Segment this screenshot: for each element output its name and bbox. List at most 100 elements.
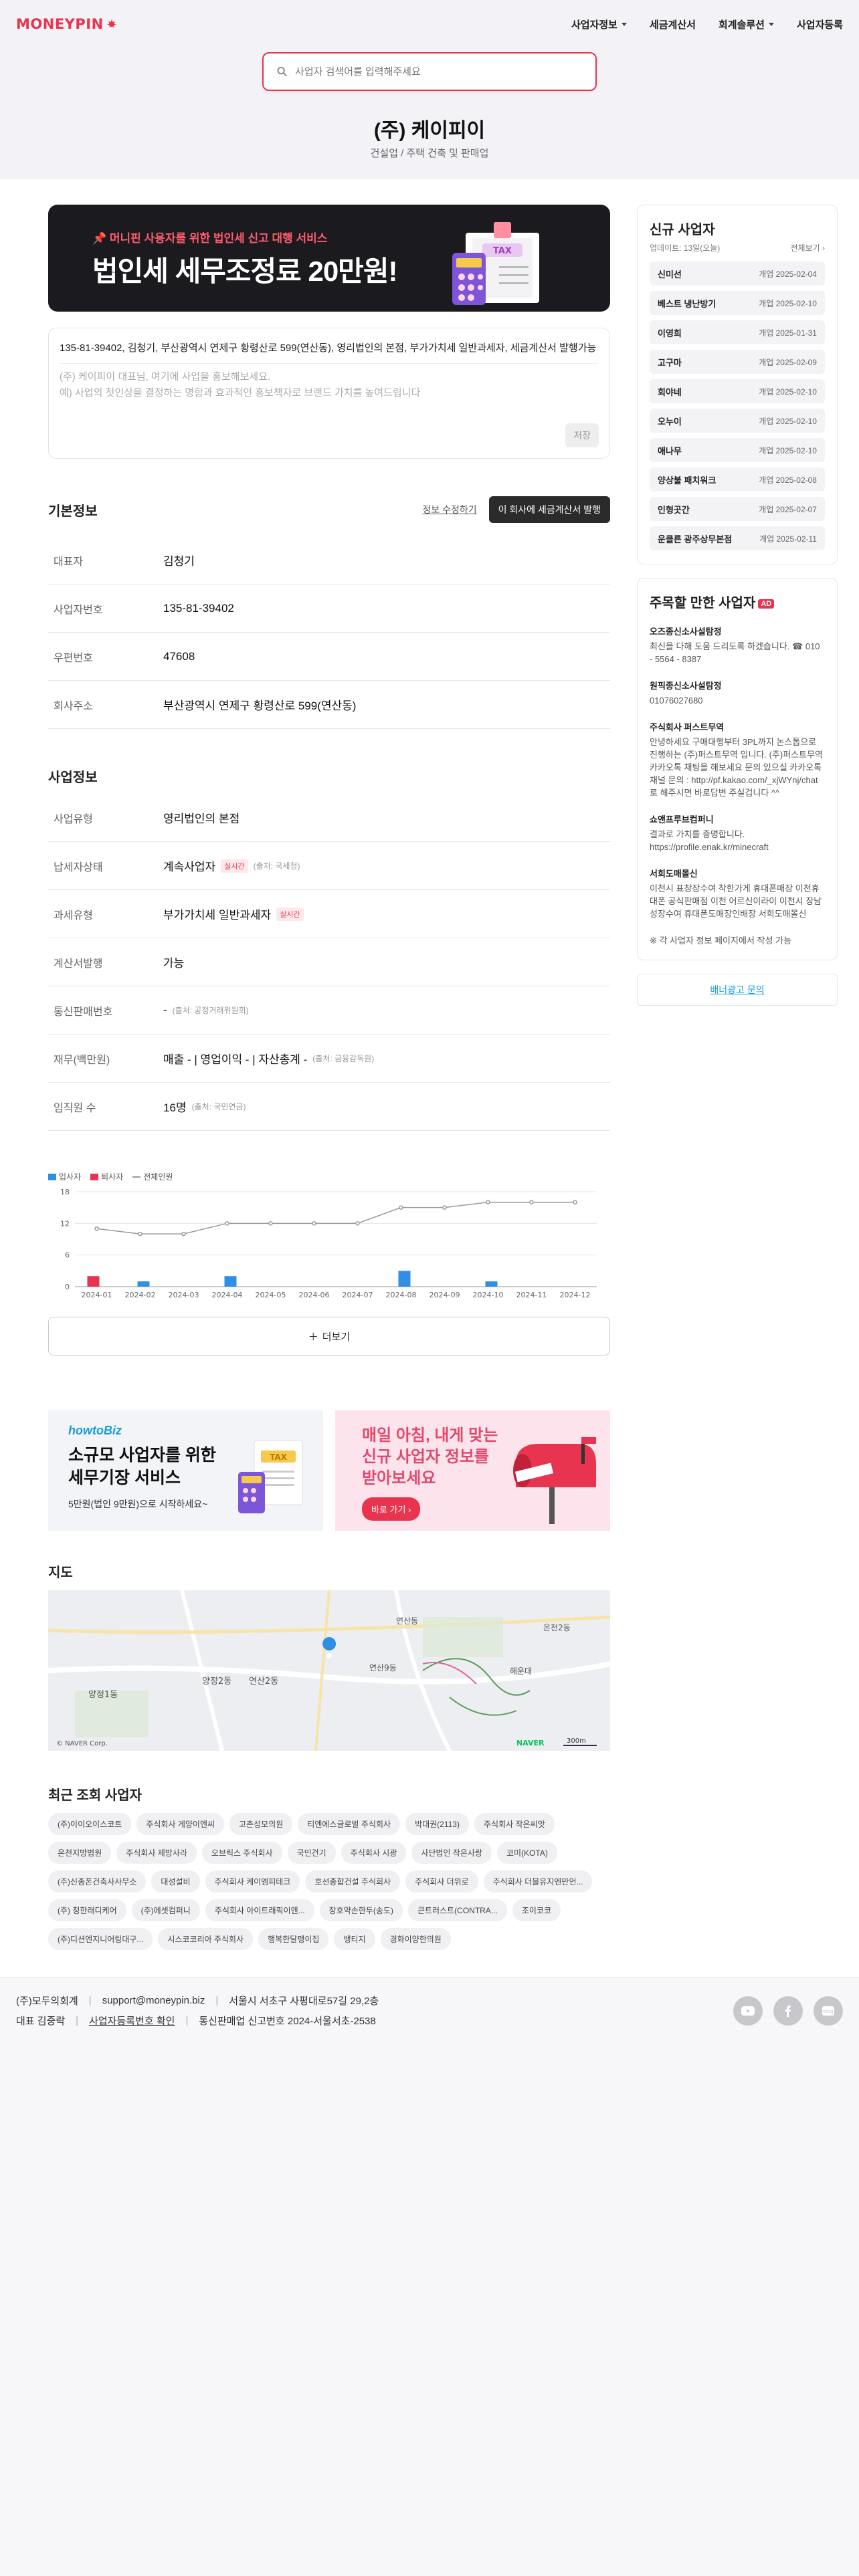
new-business-item[interactable]: 오누이 개업 2025-02-10 [650, 409, 825, 433]
x-tick-label: 2024-11 [516, 1291, 547, 1299]
facebook-icon[interactable] [773, 1996, 803, 2026]
notable-item[interactable]: 주식회사 퍼스트무역 안녕하세요 구매대행부터 3PL까지 논스톱으로 진행하는 … [650, 720, 825, 799]
nav-item-accounting[interactable]: 회계솔루션 [719, 17, 774, 31]
bookkeeping-promo[interactable]: howtoBiz 소규모 사업자를 위한 세무기장 서비스 5만원(법인 9만원)… [48, 1410, 323, 1531]
recent-business-chip[interactable]: (주)디션엔지니어링대구... [48, 1928, 153, 1950]
legend-swatch-red [90, 1173, 99, 1180]
blog-icon[interactable]: blog [814, 1996, 843, 2026]
edit-info-link[interactable]: 정보 수정하기 [422, 503, 476, 516]
recent-business-chip[interactable]: 주식회사 게양이엔씨 [136, 1813, 225, 1835]
new-business-item[interactable]: 회야네 개업 2025-02-10 [650, 379, 825, 403]
nav-item-registration[interactable]: 사업자등록 [797, 17, 843, 31]
recent-business-chip[interactable]: 국민건기 [287, 1842, 336, 1864]
total-point [486, 1200, 490, 1205]
recent-business-chip[interactable]: 장호약손한두(송도) [319, 1899, 403, 1921]
info-row: 대표자 김청기 [48, 536, 610, 584]
recent-business-chip[interactable]: 뱅티지 [334, 1928, 375, 1950]
more-button[interactable]: ＋ 더보기 [48, 1317, 610, 1356]
view-all-link[interactable]: 전체보기 › [790, 242, 825, 253]
recent-business-chip[interactable]: 대성설비 [151, 1870, 200, 1893]
recent-business-chip[interactable]: 주식회사 아이트래픽이엔... [205, 1899, 314, 1921]
recent-business-chip[interactable]: 행복한달팽이집 [258, 1928, 329, 1950]
recent-business-chip[interactable]: 주식회사 작은씨앗 [474, 1813, 555, 1835]
recent-business-chip[interactable]: 조이코코 [512, 1899, 561, 1921]
source-link[interactable]: (출처: 금융감독원) [312, 1053, 374, 1064]
search-input[interactable] [295, 66, 582, 78]
total-point [399, 1205, 403, 1210]
description-text: 135-81-39402, 김청기, 부산광역시 연제구 황령산로 599(연산… [60, 342, 597, 354]
recent-business-chip[interactable]: (주)에셋컴퍼니 [131, 1899, 200, 1921]
banner-title: 법인세 세무조정료 20만원! [92, 255, 397, 287]
x-tick-label: 2024-08 [386, 1291, 417, 1299]
hire-bar [398, 1271, 411, 1287]
recent-business-chip[interactable]: 큰트러스트(CONTRA... [407, 1899, 507, 1921]
notable-item[interactable]: 오즈종신소사설탐정 최신을 다해 도움 드리도록 하겠습니다. ☎ 010 - 5… [650, 625, 825, 665]
recent-business-chip[interactable]: 주식회사 더블유지엔만언... [483, 1870, 593, 1893]
banner-ad-inquiry-link[interactable]: 배너광고 문의 [637, 974, 838, 1006]
recent-business-chip[interactable]: 시스코코리아 주식회사 [158, 1928, 254, 1950]
footer-ceo: 대표 김중락 [16, 2016, 66, 2027]
tax-banner[interactable]: 📌 머니핀 사용자를 위한 법인세 신고 대행 서비스 법인세 세무조정료 20… [48, 205, 610, 312]
recent-business-chip[interactable]: 티엔에스글로벌 주식회사 [298, 1813, 401, 1835]
info-row: 계산서발행 가능 [48, 938, 610, 986]
x-tick-label: 2024-06 [299, 1291, 330, 1299]
go-button[interactable]: 바로 가기 › [362, 1497, 421, 1521]
source-link[interactable]: (출처: 공정거래위원회) [173, 1004, 249, 1016]
description-placeholder[interactable]: (주) 케이피이 대표님, 여기에 사업을 홍보해보세요. 예) 사업의 첫인상… [60, 369, 599, 401]
new-business-item[interactable]: 신미선 개업 2025-02-04 [650, 261, 825, 286]
biz-number-link[interactable]: 사업자등록번호 확인 [89, 2014, 175, 2028]
recent-business-chip[interactable]: 고촌성모의원 [229, 1813, 293, 1835]
new-business-item[interactable]: 애나무 개업 2025-02-10 [650, 438, 825, 462]
recent-business-chip[interactable]: (주) 청한래디케어 [48, 1899, 126, 1921]
recent-business-chip[interactable]: 주식회사 제방사라 [116, 1842, 197, 1864]
map-canvas: 연산2동 양정2동 양정1동 연산9동 온천2동 연산동 해운대 © NAVER… [48, 1590, 610, 1751]
notable-item[interactable]: 서희도매몰신 이천시 표창장수여 착한가게 휴대폰매장 이천휴대폰 공식판매점 이… [650, 867, 825, 920]
total-point [442, 1205, 447, 1210]
search-box[interactable] [262, 52, 597, 91]
recent-business-chip[interactable]: 주식회사 케이엠피테크 [205, 1870, 300, 1893]
recent-business-chip[interactable]: 호선종합건설 주식회사 [305, 1870, 401, 1893]
logo[interactable]: MONEYPIN [16, 16, 117, 32]
issue-invoice-button[interactable]: 이 회사에 세금계산서 발행 [488, 496, 610, 523]
youtube-icon[interactable] [733, 1996, 763, 2026]
recent-business-chip[interactable]: 오브릭스 주식회사 [201, 1842, 282, 1864]
total-point [138, 1231, 142, 1237]
business-description[interactable]: 135-81-39402, 김청기, 부산광역시 연제구 황령산로 599(연산… [48, 328, 610, 459]
source-link[interactable]: (출처: 국세청) [254, 860, 300, 871]
legend-item: 입사자 [48, 1171, 81, 1182]
recent-business-chip[interactable]: 경화이양한의원 [380, 1928, 451, 1950]
new-business-item[interactable]: 베스트 냉난방기 개업 2025-02-10 [650, 291, 825, 315]
new-business-item[interactable]: 고구마 개업 2025-02-09 [650, 350, 825, 374]
section-title: 지도 [48, 1566, 73, 1580]
nav-item-tax-invoice[interactable]: 세금계산서 [650, 17, 696, 31]
footer-email[interactable]: support@moneypin.biz [102, 1995, 205, 2006]
section-title: 사업정보 [48, 770, 98, 785]
recent-business-chip[interactable]: (주)신종폰건축사사무소 [48, 1870, 147, 1893]
notable-item[interactable]: 원픽종신소사설탐정 01076027680 [650, 679, 825, 707]
recent-business-chip[interactable]: 온천지방법원 [48, 1842, 112, 1864]
map-label: 온천2동 [543, 1622, 571, 1632]
footer-line-1: (주)모두의회계 | support@moneypin.biz | 서울시 서초구 … [16, 1995, 379, 2007]
notable-description: 01076027680 [650, 695, 703, 706]
legend-swatch-blue [48, 1173, 56, 1180]
notable-item[interactable]: 쇼앤프루브컴퍼니 결과로 가치를 증명합니다. https://profile.e… [650, 813, 825, 853]
new-business-item[interactable]: 인형곳간 개업 2025-02-07 [650, 497, 825, 521]
recent-business-chip[interactable]: 박대권(2113) [405, 1813, 469, 1835]
new-business-item[interactable]: 이영희 개업 2025-01-31 [650, 320, 825, 344]
new-business-item[interactable]: 양상불 패치워크 개업 2025-02-08 [650, 467, 825, 492]
social-links: blog [733, 1996, 843, 2026]
save-button[interactable]: 저장 [565, 423, 599, 447]
recent-business-chip[interactable]: 주식회사 시광 [341, 1842, 407, 1864]
info-row: 납세자상태 계속사업자 실시간 (출처: 국세청) [48, 842, 610, 890]
recent-business-chip[interactable]: (주)이이오이스코트 [48, 1813, 132, 1835]
newsletter-promo[interactable]: 매일 아침, 내게 맞는 신규 사업자 정보를 받아보세요 바로 가기 › [335, 1410, 610, 1531]
mailbox-illustration [513, 1437, 596, 1524]
recent-business-chip[interactable]: 코미(KOTA) [496, 1842, 557, 1864]
nav-item-business-info[interactable]: 사업자정보 [571, 17, 627, 31]
x-tick-label: 2024-10 [473, 1291, 504, 1299]
recent-business-chip[interactable]: 사단법인 작은사랑 [411, 1842, 492, 1864]
source-link[interactable]: (출처: 국민연금) [192, 1101, 246, 1112]
location-map[interactable]: 연산2동 양정2동 양정1동 연산9동 온천2동 연산동 해운대 © NAVER… [48, 1590, 610, 1751]
new-business-item[interactable]: 운클른 광주상무본점 개업 2025-02-11 [650, 526, 825, 550]
recent-business-chip[interactable]: 주식회사 더위로 [405, 1870, 478, 1893]
